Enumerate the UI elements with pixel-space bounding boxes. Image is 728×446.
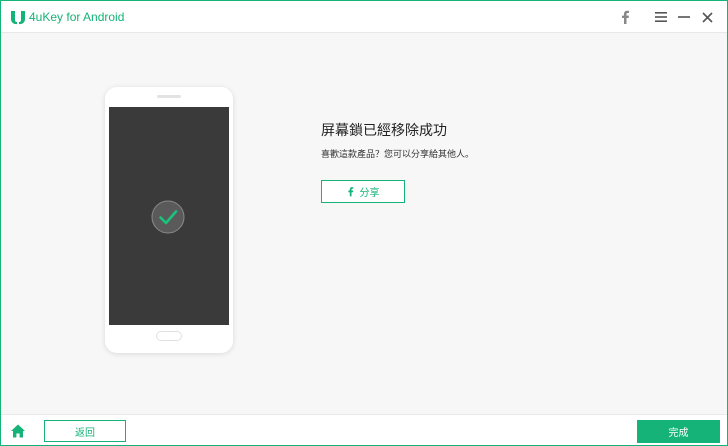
facebook-icon <box>622 10 629 24</box>
success-title: 屏幕鎖已經移除成功 <box>321 123 447 139</box>
facebook-button[interactable] <box>615 7 635 27</box>
done-button[interactable]: 完成 <box>637 420 720 443</box>
app-logo-icon <box>11 11 25 25</box>
phone-home-button <box>156 331 182 341</box>
title-bar: 4uKey for Android <box>1 1 727 33</box>
share-button[interactable]: 分享 <box>321 180 405 203</box>
back-button[interactable]: 返回 <box>44 420 126 442</box>
app-title: 4uKey for Android <box>29 10 125 24</box>
app-window: 4uKey for Android 屏幕鎖已經移除成功 喜歡這款產品？您可以分享… <box>0 0 728 446</box>
minimize-icon <box>678 16 690 18</box>
minimize-button[interactable] <box>674 7 694 27</box>
close-button[interactable] <box>697 7 717 27</box>
phone-screen <box>109 107 229 325</box>
menu-icon <box>655 12 667 22</box>
success-subtitle: 喜歡這款產品？您可以分享給其他人。 <box>321 150 475 160</box>
home-icon <box>11 424 25 438</box>
facebook-icon <box>347 186 354 197</box>
bottom-bar: 返回 完成 <box>1 414 727 445</box>
phone-speaker <box>157 95 181 98</box>
menu-button[interactable] <box>651 7 671 27</box>
share-label: 分享 <box>359 188 380 199</box>
check-icon <box>151 200 185 234</box>
home-button[interactable] <box>10 423 26 439</box>
phone-illustration <box>105 87 233 353</box>
close-icon <box>701 11 713 23</box>
